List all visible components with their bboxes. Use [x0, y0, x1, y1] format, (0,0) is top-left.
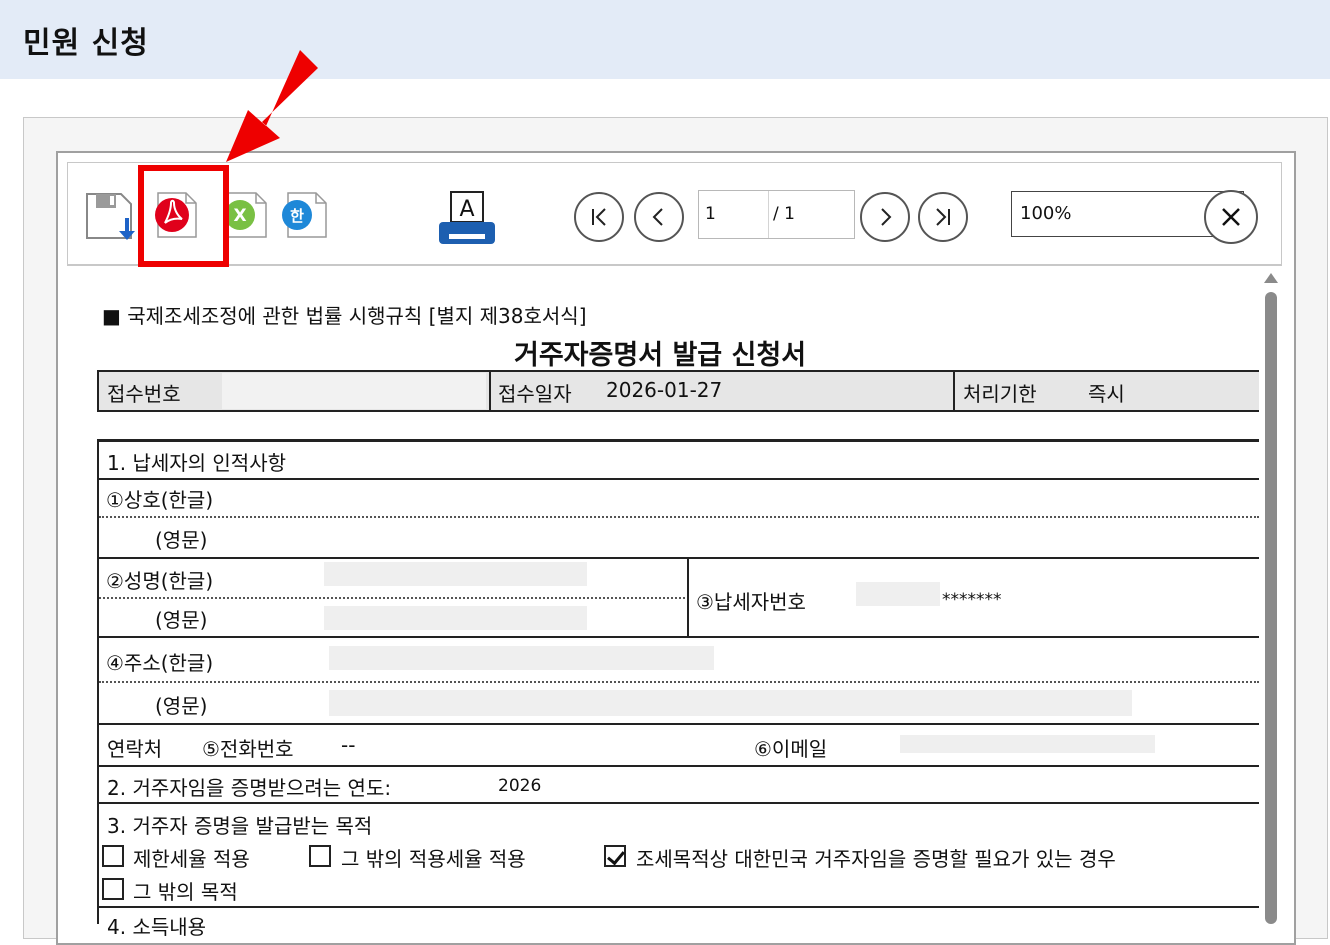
divider	[97, 370, 1259, 372]
taxpayer-number-masked: *******	[942, 590, 1002, 610]
year-value: 2026	[498, 776, 542, 796]
address-en-value	[329, 690, 1132, 716]
purpose-checkbox-3[interactable]	[102, 878, 124, 900]
section1-heading: 1. 납세자의 인적사항	[107, 451, 286, 475]
chevron-left-icon	[652, 208, 663, 226]
first-page-button[interactable]	[574, 192, 624, 242]
last-page-icon	[936, 208, 950, 226]
divider	[97, 557, 1259, 559]
divider	[97, 410, 1259, 412]
section2-heading: 2. 거주자임을 증명받으려는 연도:	[107, 776, 392, 800]
name-kr-value	[324, 562, 587, 586]
divider	[953, 370, 955, 412]
divider	[687, 557, 689, 637]
deadline-label: 처리기한	[963, 382, 1037, 406]
name-en-value	[324, 606, 587, 630]
hwp-letter: 한	[290, 207, 304, 225]
last-page-button[interactable]	[918, 192, 968, 242]
name-en-label: (영문)	[155, 608, 208, 632]
divider	[97, 370, 99, 412]
section3-heading: 3. 거주자 증명을 발급받는 목적	[107, 814, 373, 838]
taxpayer-number-value	[856, 582, 940, 606]
email-label: ⑥이메일	[754, 737, 828, 761]
form-label: ■ 국제조세조정에 관한 법률 시행규칙 [별지 제38호서식]	[102, 304, 587, 328]
divider	[97, 723, 1259, 725]
dotted-divider	[99, 681, 1259, 683]
receipt-date-label: 접수일자	[498, 382, 572, 406]
section4-heading: 4. 소득내용	[107, 915, 207, 939]
chevron-right-icon	[881, 208, 892, 226]
receipt-number-label: 접수번호	[107, 382, 181, 406]
company-kr-label: ①상호(한글)	[106, 488, 214, 512]
dotted-divider	[99, 597, 689, 599]
red-arrow-annotation	[226, 50, 318, 162]
divider	[97, 765, 1259, 767]
print-letter: A	[459, 197, 474, 222]
divider	[97, 478, 1259, 480]
contact-label: 연락처	[107, 737, 163, 761]
page-title: 민원 신청	[23, 26, 149, 61]
first-page-icon	[592, 208, 606, 226]
company-en-label: (영문)	[155, 528, 208, 552]
name-kr-label: ②성명(한글)	[106, 569, 214, 593]
excel-letter: X	[233, 206, 246, 226]
purpose-checkbox-0[interactable]	[102, 845, 124, 867]
email-value	[900, 735, 1155, 753]
close-icon	[1222, 208, 1240, 226]
purpose-label-0: 제한세율 적용	[133, 847, 250, 871]
receipt-number-value	[222, 373, 486, 409]
purpose-label-3: 그 밖의 목적	[133, 880, 238, 904]
divider	[97, 439, 1259, 442]
taxpayer-number-label: ③납세자번호	[696, 590, 806, 614]
receipt-date-value: 2026-01-27	[606, 378, 723, 402]
divider	[97, 636, 1259, 638]
dotted-divider	[99, 516, 1259, 518]
purpose-label-1: 그 밖의 적용세율 적용	[341, 847, 526, 871]
page-number-input[interactable]: 1 / 1	[698, 190, 855, 239]
address-en-label: (영문)	[155, 694, 208, 718]
hwp-icon[interactable]: 한	[282, 191, 328, 243]
page-input-divider	[768, 191, 769, 238]
close-button[interactable]	[1204, 190, 1258, 244]
prev-page-button[interactable]	[634, 192, 684, 242]
total-pages: / 1	[773, 204, 795, 224]
excel-icon[interactable]: X	[222, 191, 268, 243]
zoom-value[interactable]: 100%	[1020, 203, 1071, 224]
address-kr-label: ④주소(한글)	[106, 651, 214, 675]
divider	[97, 802, 1259, 804]
divider	[489, 370, 491, 412]
deadline-value: 즉시	[1088, 382, 1125, 406]
phone-label: ⑤전화번호	[202, 737, 294, 761]
scroll-up-arrow-icon[interactable]	[1264, 273, 1278, 283]
current-page[interactable]: 1	[705, 204, 765, 224]
divider	[97, 906, 1259, 908]
purpose-checkbox-2[interactable]	[604, 845, 626, 867]
purpose-label-2: 조세목적상 대한민국 거주자임을 증명할 필요가 있는 경우	[636, 847, 1116, 871]
address-kr-value	[329, 646, 714, 670]
form-title: 거주자증명서 발급 신청서	[514, 340, 807, 371]
scroll-thumb[interactable]	[1265, 292, 1277, 924]
next-page-button[interactable]	[860, 192, 910, 242]
purpose-checkbox-1[interactable]	[309, 845, 331, 867]
pdf-icon[interactable]	[152, 191, 198, 243]
phone-value: --	[341, 733, 356, 757]
print-icon[interactable]: A	[437, 190, 497, 252]
save-icon[interactable]	[84, 190, 140, 252]
